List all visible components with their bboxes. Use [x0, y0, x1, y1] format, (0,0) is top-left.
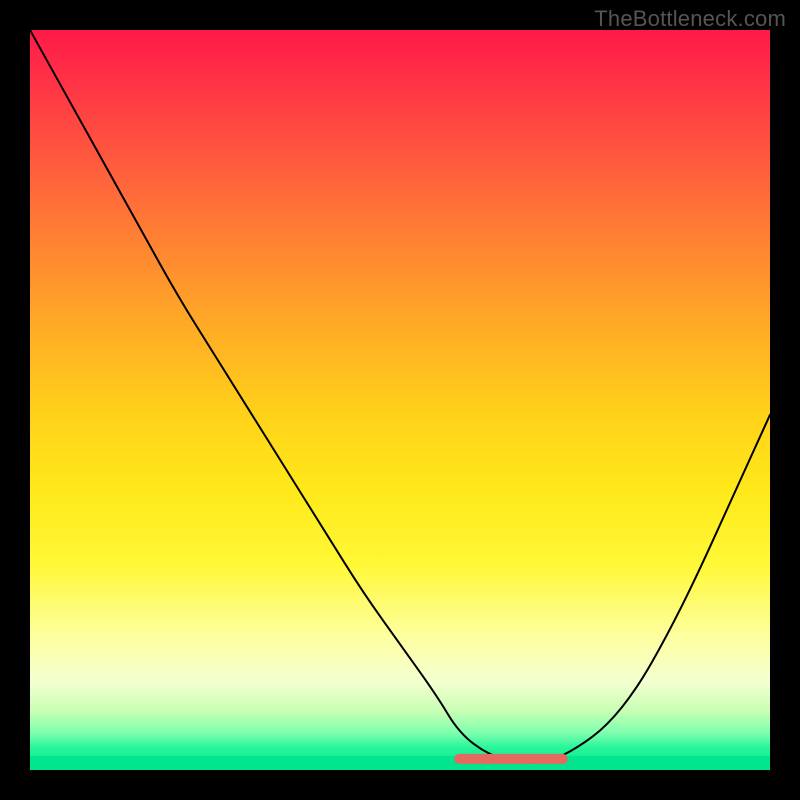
- watermark-text: TheBottleneck.com: [594, 6, 786, 32]
- bottleneck-curve: [30, 30, 770, 763]
- curve-layer: [30, 30, 770, 770]
- chart-plot-area: [30, 30, 770, 770]
- chart-stage: TheBottleneck.com: [0, 0, 800, 800]
